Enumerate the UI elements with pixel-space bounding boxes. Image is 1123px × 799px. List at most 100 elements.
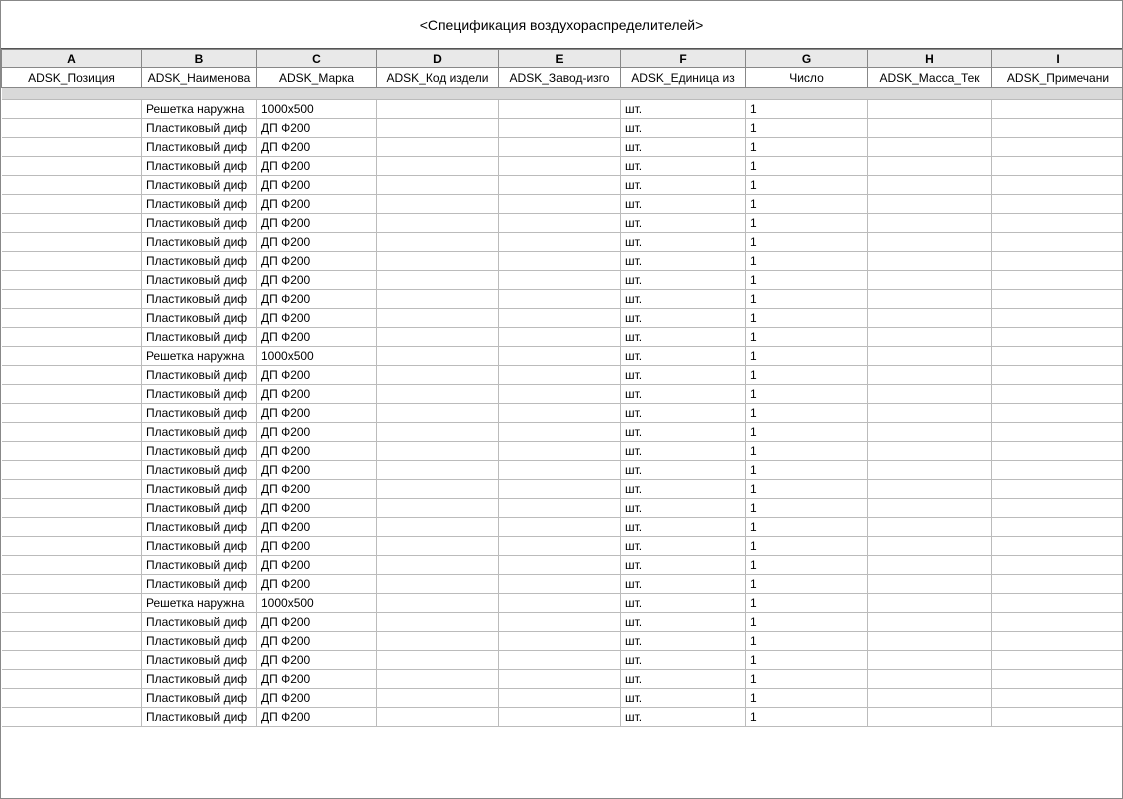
cell-D[interactable] (377, 480, 499, 499)
cell-G[interactable]: 1 (746, 461, 868, 480)
cell-C[interactable]: ДП Ф200 (257, 271, 377, 290)
column-letter-B[interactable]: B (142, 50, 257, 68)
cell-D[interactable] (377, 347, 499, 366)
cell-H[interactable] (868, 632, 992, 651)
table-row[interactable]: Пластиковый дифДП Ф200шт.1 (2, 195, 1123, 214)
cell-B[interactable]: Пластиковый диф (142, 195, 257, 214)
cell-I[interactable] (992, 461, 1123, 480)
cell-C[interactable]: ДП Ф200 (257, 689, 377, 708)
cell-I[interactable] (992, 195, 1123, 214)
cell-G[interactable]: 1 (746, 271, 868, 290)
cell-H[interactable] (868, 252, 992, 271)
cell-G[interactable]: 1 (746, 119, 868, 138)
cell-B[interactable]: Пластиковый диф (142, 556, 257, 575)
cell-E[interactable] (499, 214, 621, 233)
table-row[interactable]: Пластиковый дифДП Ф200шт.1 (2, 708, 1123, 727)
cell-G[interactable]: 1 (746, 423, 868, 442)
cell-D[interactable] (377, 195, 499, 214)
cell-H[interactable] (868, 518, 992, 537)
cell-A[interactable] (2, 385, 142, 404)
cell-I[interactable] (992, 480, 1123, 499)
cell-H[interactable] (868, 556, 992, 575)
cell-F[interactable]: шт. (621, 423, 746, 442)
cell-B[interactable]: Пластиковый диф (142, 708, 257, 727)
cell-E[interactable] (499, 594, 621, 613)
cell-E[interactable] (499, 537, 621, 556)
cell-H[interactable] (868, 708, 992, 727)
cell-A[interactable] (2, 138, 142, 157)
table-row[interactable]: Пластиковый дифДП Ф200шт.1 (2, 119, 1123, 138)
cell-B[interactable]: Пластиковый диф (142, 461, 257, 480)
cell-D[interactable] (377, 670, 499, 689)
cell-I[interactable] (992, 385, 1123, 404)
cell-F[interactable]: шт. (621, 575, 746, 594)
cell-D[interactable] (377, 518, 499, 537)
cell-I[interactable] (992, 271, 1123, 290)
cell-C[interactable]: ДП Ф200 (257, 556, 377, 575)
cell-G[interactable]: 1 (746, 689, 868, 708)
cell-C[interactable]: ДП Ф200 (257, 537, 377, 556)
cell-I[interactable] (992, 328, 1123, 347)
cell-A[interactable] (2, 100, 142, 119)
cell-C[interactable]: ДП Ф200 (257, 214, 377, 233)
cell-A[interactable] (2, 556, 142, 575)
cell-A[interactable] (2, 423, 142, 442)
cell-C[interactable]: ДП Ф200 (257, 613, 377, 632)
cell-D[interactable] (377, 594, 499, 613)
cell-G[interactable]: 1 (746, 632, 868, 651)
cell-H[interactable] (868, 651, 992, 670)
cell-B[interactable]: Пластиковый диф (142, 328, 257, 347)
cell-B[interactable]: Пластиковый диф (142, 651, 257, 670)
column-letter-A[interactable]: A (2, 50, 142, 68)
column-letter-I[interactable]: I (992, 50, 1123, 68)
table-row[interactable]: Пластиковый дифДП Ф200шт.1 (2, 632, 1123, 651)
cell-I[interactable] (992, 651, 1123, 670)
cell-D[interactable] (377, 537, 499, 556)
cell-C[interactable]: ДП Ф200 (257, 252, 377, 271)
cell-G[interactable]: 1 (746, 195, 868, 214)
cell-C[interactable]: ДП Ф200 (257, 138, 377, 157)
cell-E[interactable] (499, 556, 621, 575)
cell-I[interactable] (992, 708, 1123, 727)
cell-G[interactable]: 1 (746, 556, 868, 575)
cell-F[interactable]: шт. (621, 670, 746, 689)
cell-I[interactable] (992, 613, 1123, 632)
cell-D[interactable] (377, 708, 499, 727)
cell-H[interactable] (868, 290, 992, 309)
cell-D[interactable] (377, 157, 499, 176)
cell-B[interactable]: Пластиковый диф (142, 480, 257, 499)
cell-D[interactable] (377, 385, 499, 404)
cell-E[interactable] (499, 670, 621, 689)
cell-B[interactable]: Пластиковый диф (142, 575, 257, 594)
cell-I[interactable] (992, 138, 1123, 157)
cell-G[interactable]: 1 (746, 404, 868, 423)
cell-G[interactable]: 1 (746, 708, 868, 727)
cell-H[interactable] (868, 461, 992, 480)
cell-A[interactable] (2, 252, 142, 271)
cell-A[interactable] (2, 233, 142, 252)
cell-B[interactable]: Пластиковый диф (142, 290, 257, 309)
cell-I[interactable] (992, 214, 1123, 233)
cell-G[interactable]: 1 (746, 518, 868, 537)
cell-D[interactable] (377, 233, 499, 252)
table-row[interactable]: Пластиковый дифДП Ф200шт.1 (2, 499, 1123, 518)
cell-G[interactable]: 1 (746, 347, 868, 366)
cell-B[interactable]: Пластиковый диф (142, 632, 257, 651)
cell-F[interactable]: шт. (621, 613, 746, 632)
cell-A[interactable] (2, 214, 142, 233)
table-row[interactable]: Пластиковый дифДП Ф200шт.1 (2, 423, 1123, 442)
cell-H[interactable] (868, 347, 992, 366)
cell-C[interactable]: ДП Ф200 (257, 575, 377, 594)
column-field-B[interactable]: ADSK_Наименова (142, 68, 257, 88)
cell-G[interactable]: 1 (746, 499, 868, 518)
cell-H[interactable] (868, 689, 992, 708)
cell-D[interactable] (377, 252, 499, 271)
cell-B[interactable]: Пластиковый диф (142, 499, 257, 518)
table-row[interactable]: Пластиковый дифДП Ф200шт.1 (2, 328, 1123, 347)
table-row[interactable]: Пластиковый дифДП Ф200шт.1 (2, 233, 1123, 252)
table-row[interactable]: Решетка наружна1000x500шт.1 (2, 594, 1123, 613)
cell-E[interactable] (499, 651, 621, 670)
cell-E[interactable] (499, 461, 621, 480)
cell-E[interactable] (499, 195, 621, 214)
table-row[interactable]: Пластиковый дифДП Ф200шт.1 (2, 176, 1123, 195)
